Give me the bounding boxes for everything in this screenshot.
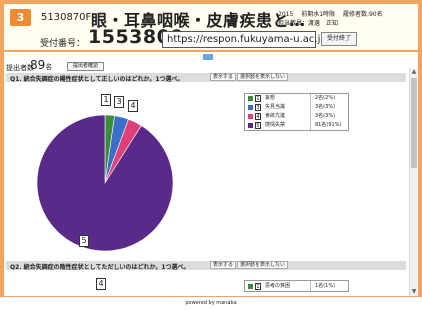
legend-label: 思考の貧困 <box>265 283 291 289</box>
legend-key: 1 <box>255 95 261 102</box>
scroll-down-icon[interactable]: ▼ <box>411 289 417 295</box>
scroll-thumb[interactable] <box>411 78 417 168</box>
pie-callout-3: 3 <box>114 96 124 108</box>
legend-value: 1名(1%) <box>315 283 336 289</box>
q1-legend: 1 妄想 2名(2%) 3 失見当識 3名(3%) 4 食欲亢進 3名(3%) … <box>244 93 349 131</box>
course-header: 3 5130870F 眼・耳鼻咽喉・皮膚疾患と… 2015 前期水1時限 履修者… <box>4 4 418 50</box>
end-reception-button[interactable]: 受付終了 <box>321 32 357 46</box>
scroll-up-icon[interactable]: ▲ <box>411 69 417 75</box>
vertical-scrollbar[interactable]: ▲ ▼ <box>409 68 417 296</box>
legend-row: 4 食欲亢進 3名(3%) <box>245 112 348 121</box>
results-panel: 提出者数 89名 提出者確認 Q1. 統合失調症の陽性症状として正しいのはどれか… <box>4 52 418 296</box>
instructor: 担当教員：渡邊 正知 <box>278 20 339 27</box>
footer: powered by manaba <box>0 297 422 310</box>
legend-swatch <box>248 284 253 289</box>
legend-value: 3名(3%) <box>315 104 336 110</box>
question-text: Q2. 統合失調症の陰性症状としてただしいのはどれか。1つ選べ。 <box>10 264 190 271</box>
question-bar-q2: Q2. 統合失調症の陰性症状としてただしいのはどれか。1つ選べ。 表示する 選択肢… <box>6 261 406 271</box>
year-term: 2015 <box>278 11 294 18</box>
period: 前期水1時限 <box>301 11 336 18</box>
legend-label: 感情失禁 <box>265 122 286 128</box>
q2-legend: 1 思考の貧困 1名(1%) <box>244 280 349 292</box>
course-number-badge: 3 <box>10 9 31 26</box>
legend-key: 3 <box>255 104 261 111</box>
legend-key: 4 <box>255 113 261 120</box>
response-url[interactable]: https://respon.fukuyama-u.ac.jp <box>162 31 327 48</box>
legend-value: 2名(2%) <box>315 95 336 101</box>
q2-pie-callout: 4 <box>96 278 106 290</box>
legend-swatch <box>248 105 253 110</box>
legend-value: 81名(91%) <box>315 122 342 128</box>
legend-row: 3 失見当識 3名(3%) <box>245 103 348 112</box>
pie-callout-5: 5 <box>79 235 89 247</box>
pie-slice-5 <box>36 114 174 252</box>
course-code: 5130870F <box>41 12 92 23</box>
legend-key: 1 <box>255 283 261 290</box>
reception-label: 受付番号： <box>40 39 86 49</box>
enrolled-count: 履修者数:90名 <box>342 11 383 18</box>
q1-pie-chart <box>36 114 174 252</box>
legend-row: 1 思考の貧困 1名(1%) <box>245 282 348 291</box>
legend-label: 食欲亢進 <box>265 113 286 119</box>
legend-swatch <box>248 114 253 119</box>
pie-callout-4: 4 <box>128 100 138 112</box>
app-frame: 3 5130870F 眼・耳鼻咽喉・皮膚疾患と… 2015 前期水1時限 履修者… <box>0 0 422 310</box>
legend-row: 1 妄想 2名(2%) <box>245 94 348 103</box>
legend-label: 妄想 <box>265 95 276 101</box>
hide-choices-button[interactable]: 選択肢を表示しない <box>237 261 289 269</box>
legend-row: 5 感情失禁 81名(91%) <box>245 121 348 130</box>
legend-swatch <box>248 96 253 101</box>
course-meta: 2015 前期水1時限 履修者数:90名 担当教員：渡邊 正知 <box>278 10 389 28</box>
pie-callout-1: 1 <box>101 94 111 106</box>
legend-label: 失見当識 <box>265 104 286 110</box>
legend-swatch <box>248 123 253 128</box>
show-button[interactable]: 表示する <box>210 261 237 269</box>
legend-value: 3名(3%) <box>315 113 336 119</box>
powered-by: powered by manaba <box>185 300 237 306</box>
legend-key: 5 <box>255 122 261 129</box>
